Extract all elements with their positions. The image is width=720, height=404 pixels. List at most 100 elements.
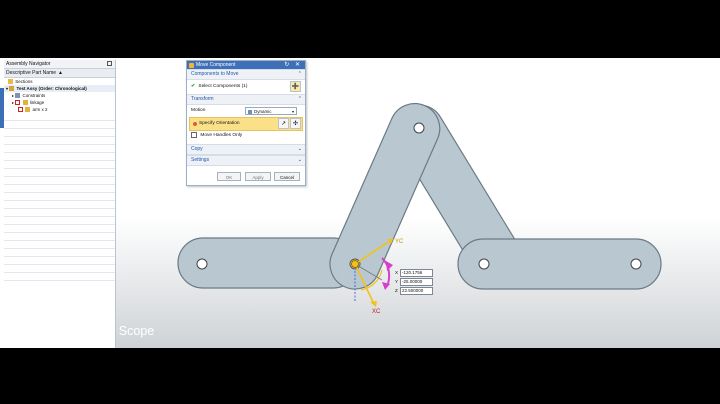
empty-row (4, 161, 115, 169)
xc-arrowhead-icon (370, 301, 377, 307)
move-component-icon (189, 62, 194, 68)
select-components-label: Select Components (1) (198, 84, 248, 89)
empty-row (4, 145, 115, 153)
pin-hole (478, 258, 490, 270)
specify-orientation-row[interactable]: Specify Orientation ↗ ✣ (189, 117, 303, 131)
expand-icon[interactable]: ▸ (12, 93, 14, 98)
tree-item-label: Test Assy (Order: Chronological) (16, 86, 87, 91)
component-icon (25, 107, 31, 113)
empty-row (4, 121, 115, 129)
tree-item-test-assy[interactable]: ▾ Test Assy (Order: Chronological) (4, 85, 115, 92)
chevron-down-icon[interactable]: ⌄ (298, 145, 302, 154)
empty-row (4, 137, 115, 145)
chevron-up-icon[interactable]: ⌃ (298, 70, 302, 79)
pin-hole (413, 122, 425, 134)
dialog-buttons: OK Apply Cancel (187, 172, 305, 182)
move-handles-only-label: Move Handles Only (200, 133, 243, 138)
dialog-title: Move Component (196, 62, 236, 68)
required-step-icon (193, 122, 197, 126)
checkbox-checked-icon[interactable] (15, 100, 21, 106)
tree-item-label: arm x 2 (32, 107, 48, 112)
empty-row (4, 201, 115, 209)
checkbox-checked-icon[interactable] (18, 107, 23, 113)
chevron-down-icon[interactable]: ⌄ (298, 156, 302, 165)
section-title: Components to Move (191, 71, 239, 77)
app-screen: Assembly Navigator Descriptive Part Name… (0, 58, 720, 348)
expand-icon[interactable]: ▸ (12, 100, 14, 105)
coord-y-input[interactable]: -25.00000 (400, 278, 433, 286)
tree-item-constraints[interactable]: ▸ Constraints (4, 92, 115, 99)
empty-row (4, 113, 115, 121)
empty-row (4, 273, 115, 281)
dialog-title-bar[interactable]: Move Component ↻ ✕ (187, 61, 305, 69)
empty-row (4, 257, 115, 265)
section-title: Settings (191, 157, 210, 163)
ok-button[interactable]: OK (217, 172, 241, 181)
select-components-row[interactable]: ✔ Select Components (1) ➕ (187, 80, 305, 94)
section-title: Copy (191, 146, 203, 152)
column-header-label: Descriptive Part Name (6, 70, 57, 76)
coord-x[interactable]: X -120.1756 (395, 269, 433, 277)
cancel-button[interactable]: Cancel (274, 172, 300, 181)
coord-z[interactable]: Z 22.500000 (395, 287, 433, 295)
motion-row: Motion Dynamic ▾ (187, 105, 305, 117)
dynamic-icon (248, 109, 252, 114)
specify-orientation-label: Specify Orientation (199, 121, 240, 126)
empty-row (4, 177, 115, 185)
coord-y[interactable]: Y -25.00000 (395, 278, 433, 286)
motion-label: Motion (191, 108, 206, 113)
move-handles-only-checkbox[interactable] (191, 131, 197, 138)
section-components-to-move[interactable]: Components to Move ⌃ (187, 69, 305, 80)
navigator-title: Assembly Navigator (4, 60, 115, 69)
apply-button[interactable]: Apply (245, 172, 271, 181)
reset-close-icons[interactable]: ↻ ✕ (284, 61, 302, 69)
section-transform[interactable]: Transform ⌃ (187, 94, 305, 105)
left-diagonal-link[interactable] (322, 96, 448, 297)
coord-z-input[interactable]: 22.500000 (400, 287, 433, 295)
empty-row (4, 241, 115, 249)
folder-icon (8, 79, 13, 85)
collapse-icon[interactable]: ▾ (6, 86, 8, 91)
pin-hole (196, 258, 208, 270)
section-settings[interactable]: Settings ⌄ (187, 155, 305, 166)
empty-row (4, 209, 115, 217)
assembly-icon (9, 86, 15, 92)
move-component-dialog: Move Component ↻ ✕ Components to Move ⌃ … (186, 60, 306, 186)
tree-item-sections[interactable]: Sections (4, 78, 115, 85)
empty-row (4, 265, 115, 273)
tree-item-label: Sections (15, 79, 33, 84)
assembly-navigator: Assembly Navigator Descriptive Part Name… (4, 60, 116, 348)
dropdown-arrow-icon: ▾ (291, 109, 294, 114)
empty-row (4, 217, 115, 225)
empty-row (4, 233, 115, 241)
component-icon (22, 100, 28, 106)
chevron-up-icon[interactable]: ⌃ (298, 95, 302, 104)
pin-hole (630, 258, 642, 270)
coord-x-input[interactable]: -120.1756 (400, 269, 433, 277)
video-caption: Move Component - Scope (9, 324, 155, 338)
empty-row (4, 153, 115, 161)
yc-axis-label: YC (395, 239, 404, 245)
motion-dropdown[interactable]: Dynamic ▾ (245, 107, 297, 115)
move-handles-only-row[interactable]: Move Handles Only (187, 131, 305, 141)
select-object-button[interactable]: ➕ (290, 81, 301, 92)
navigator-column-header[interactable]: Descriptive Part Name ▲ (4, 69, 115, 78)
empty-row (4, 249, 115, 257)
tree-item-label: Constraints (22, 93, 46, 98)
tree-item-label: linkage (29, 100, 45, 105)
sort-ascending-icon[interactable]: ▲ (58, 69, 63, 77)
close-icon[interactable] (107, 61, 112, 66)
section-title: Transform (191, 96, 214, 102)
origin-handle[interactable] (351, 260, 359, 268)
xc-axis-label: XC (372, 309, 381, 315)
constraints-icon (15, 93, 21, 99)
orientation-menu-button[interactable]: ✣ (290, 118, 301, 129)
section-copy[interactable]: Copy ⌄ (187, 144, 305, 155)
empty-row (4, 193, 115, 201)
navigator-title-text: Assembly Navigator (6, 61, 51, 67)
tree-item-arm[interactable]: arm x 2 (4, 106, 115, 113)
empty-row (4, 185, 115, 193)
orientation-tool-button[interactable]: ↗ (278, 118, 289, 129)
empty-row (4, 129, 115, 137)
tree-item-linkage[interactable]: ▸ linkage (4, 99, 115, 106)
